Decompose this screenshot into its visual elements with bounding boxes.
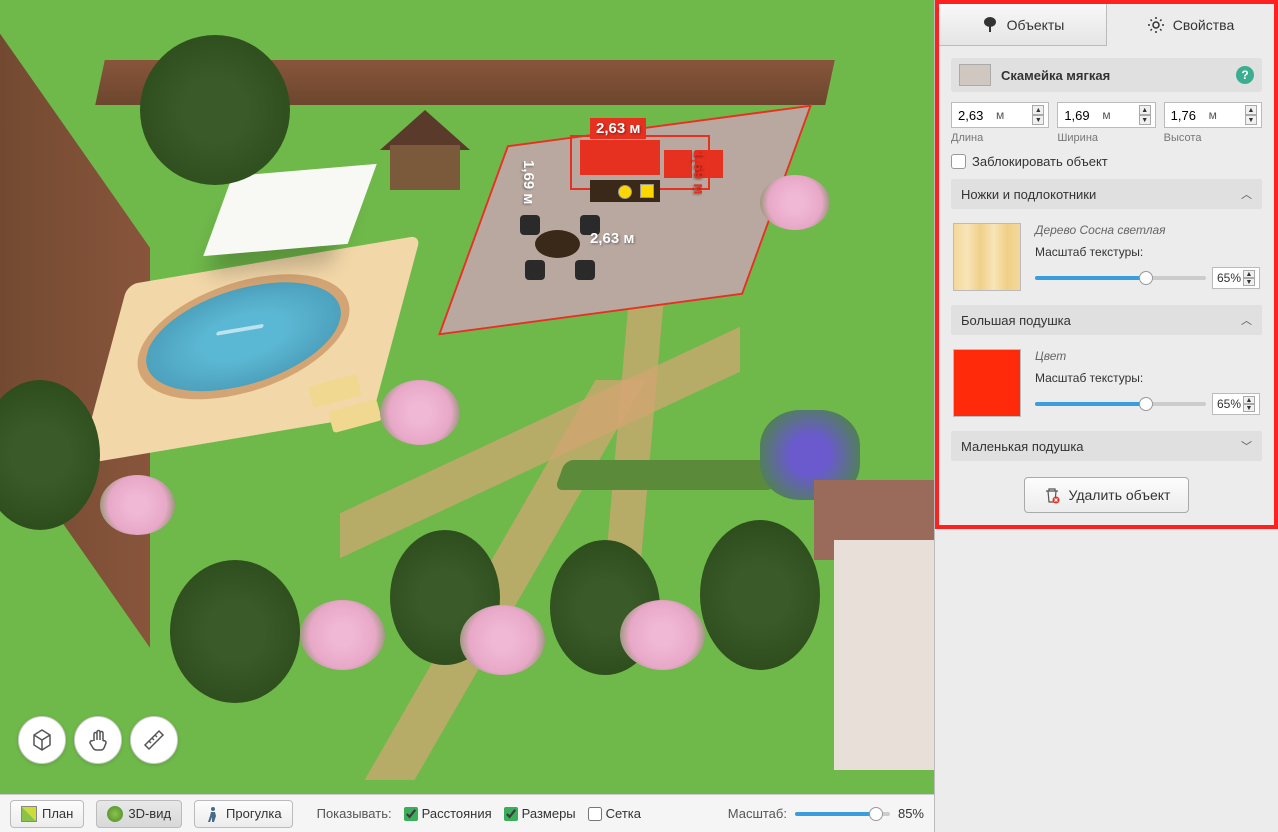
height-up[interactable]: ▲ bbox=[1245, 105, 1257, 115]
pillow-color-swatch[interactable] bbox=[953, 349, 1021, 417]
lock-object-checkbox[interactable]: Заблокировать объект bbox=[951, 154, 1262, 169]
chevron-down-icon: ﹀ bbox=[1241, 438, 1252, 454]
gear-icon bbox=[1147, 16, 1165, 34]
legs-texture-value[interactable]: 65% ▲▼ bbox=[1212, 267, 1260, 289]
section-legs[interactable]: Ножки и подлокотники︿ bbox=[951, 179, 1262, 209]
trash-icon bbox=[1043, 486, 1061, 504]
dim-label-right: 1,69 м bbox=[690, 150, 707, 194]
pillow-material-name: Цвет bbox=[1035, 349, 1260, 363]
tab-objects[interactable]: Объекты bbox=[939, 4, 1107, 46]
3d-viewport[interactable]: 2,63 м 2,63 м 1,69 м 1,69 м bbox=[0, 0, 934, 794]
3dview-icon bbox=[107, 806, 123, 822]
scale-label: Масштаб: bbox=[728, 806, 787, 821]
texture-scale-label: Масштаб текстуры: bbox=[1035, 371, 1260, 385]
dim-label-bottom: 2,63 м bbox=[590, 230, 634, 247]
sizes-checkbox[interactable]: Размеры bbox=[504, 806, 576, 821]
rotate-handle[interactable] bbox=[640, 184, 654, 198]
tree-icon bbox=[981, 16, 999, 34]
chevron-up-icon: ︿ bbox=[1241, 312, 1252, 328]
walk-mode-button[interactable]: Прогулка bbox=[194, 800, 293, 828]
width-up[interactable]: ▲ bbox=[1139, 105, 1151, 115]
hand-icon bbox=[86, 728, 110, 752]
orbit-tool-button[interactable] bbox=[18, 716, 66, 764]
plan-icon bbox=[21, 806, 37, 822]
section-big-pillow[interactable]: Большая подушка︿ bbox=[951, 305, 1262, 335]
grid-checkbox[interactable]: Сетка bbox=[588, 806, 641, 821]
scene: 2,63 м 2,63 м 1,69 м 1,69 м bbox=[0, 0, 934, 794]
scale-slider[interactable] bbox=[795, 812, 890, 816]
height-input[interactable]: м ▲▼ bbox=[1164, 102, 1262, 128]
length-input[interactable]: м ▲▼ bbox=[951, 102, 1049, 128]
chevron-up-icon: ︿ bbox=[1241, 186, 1252, 202]
section-small-pillow[interactable]: Маленькая подушка﹀ bbox=[951, 431, 1262, 461]
height-label: Высота bbox=[1164, 132, 1262, 144]
bottom-toolbar: План 3D-вид Прогулка Показывать: Расстоя… bbox=[0, 794, 934, 832]
tab-properties[interactable]: Свойства bbox=[1107, 4, 1274, 46]
length-label: Длина bbox=[951, 132, 1049, 144]
plan-mode-button[interactable]: План bbox=[10, 800, 84, 828]
pan-tool-button[interactable] bbox=[74, 716, 122, 764]
texture-scale-label: Масштаб текстуры: bbox=[1035, 245, 1260, 259]
properties-panel: Объекты Свойства Скамейка мягкая ? м ▲▼ bbox=[934, 0, 1278, 832]
measure-tool-button[interactable] bbox=[130, 716, 178, 764]
legs-texture-slider[interactable] bbox=[1035, 276, 1206, 280]
scale-value: 85% bbox=[898, 806, 924, 821]
dim-label-top: 2,63 м bbox=[590, 118, 646, 139]
delete-object-button[interactable]: Удалить объект bbox=[1024, 477, 1190, 513]
object-thumbnail bbox=[959, 64, 991, 86]
pillow-texture-value[interactable]: 65% ▲▼ bbox=[1212, 393, 1260, 415]
show-label: Показывать: bbox=[317, 806, 392, 821]
walk-icon bbox=[205, 806, 221, 822]
pillow-texture-slider[interactable] bbox=[1035, 402, 1206, 406]
3d-mode-button[interactable]: 3D-вид bbox=[96, 800, 182, 828]
legs-material-name: Дерево Сосна светлая bbox=[1035, 223, 1260, 237]
width-input[interactable]: м ▲▼ bbox=[1057, 102, 1155, 128]
help-button[interactable]: ? bbox=[1236, 66, 1254, 84]
gazebo bbox=[380, 110, 470, 190]
distances-checkbox[interactable]: Расстояния bbox=[404, 806, 492, 821]
height-down[interactable]: ▼ bbox=[1245, 115, 1257, 125]
object-header: Скамейка мягкая ? bbox=[951, 58, 1262, 92]
object-name: Скамейка мягкая bbox=[1001, 68, 1226, 83]
length-down[interactable]: ▼ bbox=[1032, 115, 1044, 125]
length-up[interactable]: ▲ bbox=[1032, 105, 1044, 115]
legs-material-swatch[interactable] bbox=[953, 223, 1021, 291]
cube-icon bbox=[30, 728, 54, 752]
width-down[interactable]: ▼ bbox=[1139, 115, 1151, 125]
width-label: Ширина bbox=[1057, 132, 1155, 144]
move-handle[interactable] bbox=[618, 185, 632, 199]
ruler-icon bbox=[142, 728, 166, 752]
dim-label-left: 1,69 м bbox=[520, 160, 537, 204]
